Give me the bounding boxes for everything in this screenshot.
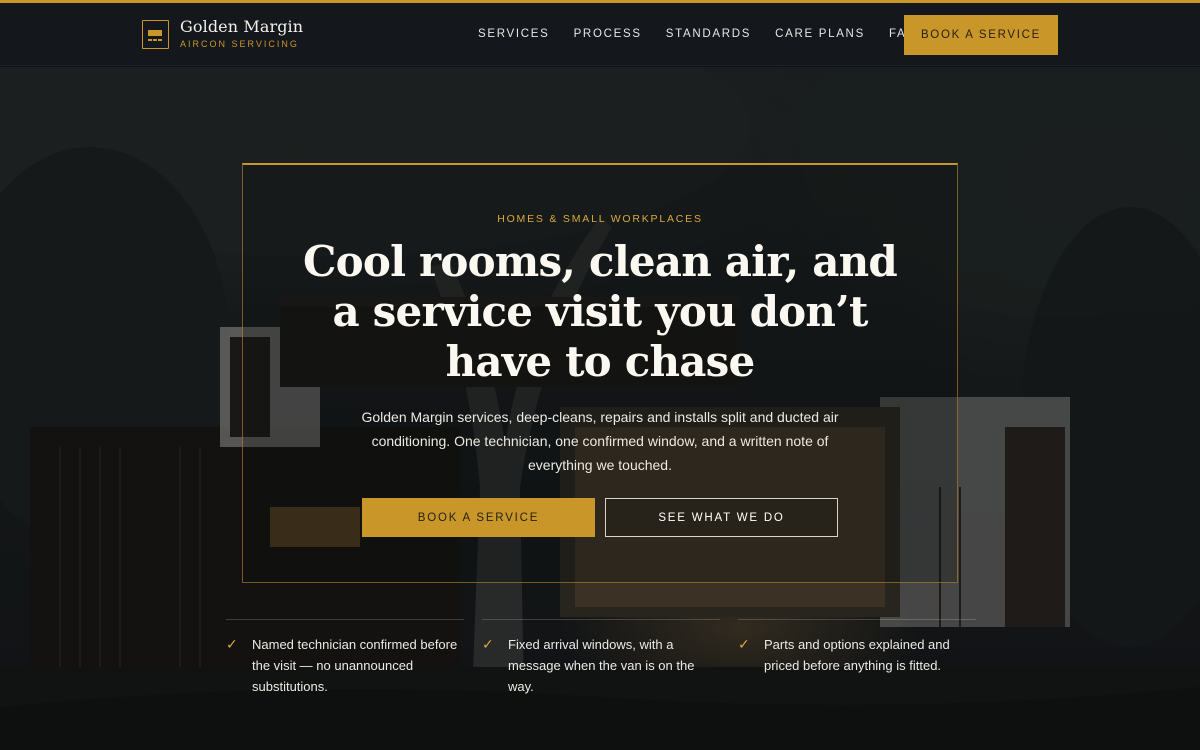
nav-link-standards[interactable]: STANDARDS [666, 28, 751, 40]
feature-item: ✓ Fixed arrival windows, with a message … [482, 619, 720, 709]
feature-text: Fixed arrival windows, with a message wh… [508, 637, 695, 694]
book-service-button[interactable]: BOOK A SERVICE [362, 498, 595, 537]
brand-tagline: AIRCON SERVICING [180, 39, 299, 49]
see-what-we-do-button[interactable]: SEE WHAT WE DO [605, 498, 838, 537]
hero-headline: Cool rooms, clean air, and a service vis… [303, 237, 898, 386]
hero-section: HOMES & SMALL WORKPLACES Cool rooms, cle… [0, 67, 1200, 750]
check-icon: ✓ [482, 636, 494, 652]
feature-item: ✓ Parts and options explained and priced… [738, 619, 976, 709]
nav-link-process[interactable]: PROCESS [574, 28, 642, 40]
nav-link-services[interactable]: SERVICES [478, 28, 550, 40]
feature-text: Named technician confirmed before the vi… [252, 637, 458, 694]
brand-name[interactable]: Golden Margin [180, 17, 303, 36]
check-icon: ✓ [226, 636, 238, 652]
logo-icon[interactable] [142, 20, 169, 49]
feature-text: Parts and options explained and priced b… [764, 637, 950, 673]
hero-eyebrow: HOMES & SMALL WORKPLACES [497, 213, 703, 225]
book-service-header-button[interactable]: BOOK A SERVICE [904, 15, 1058, 55]
main-nav: SERVICES PROCESS STANDARDS CARE PLANS FA… [478, 28, 941, 40]
feature-list: ✓ Named technician confirmed before the … [226, 619, 976, 709]
hero-subcopy: Golden Margin services, deep-cleans, rep… [361, 409, 839, 473]
site-header: Golden Margin AIRCON SERVICING SERVICES … [0, 3, 1200, 66]
nav-link-care-plans[interactable]: CARE PLANS [775, 28, 865, 40]
check-icon: ✓ [738, 636, 750, 652]
feature-item: ✓ Named technician confirmed before the … [226, 619, 464, 709]
